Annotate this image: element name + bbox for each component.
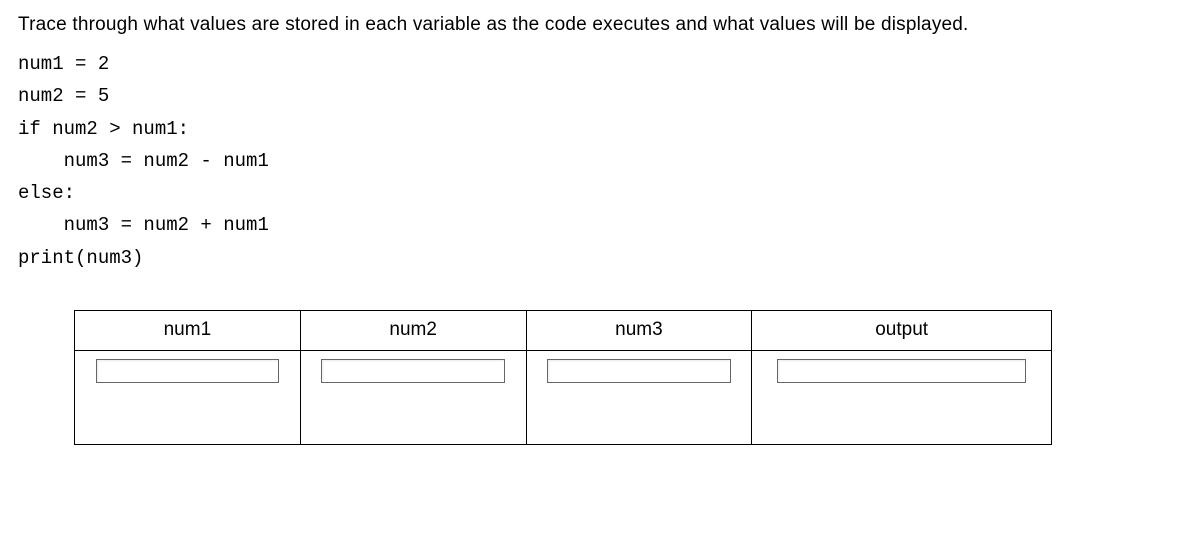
instruction-text: Trace through what values are stored in … xyxy=(18,14,1182,36)
header-num1: num1 xyxy=(75,311,301,351)
header-num2: num2 xyxy=(300,311,526,351)
cell-output xyxy=(752,351,1052,445)
code-line: if num2 > num1: xyxy=(18,118,189,140)
input-num2[interactable] xyxy=(321,359,505,383)
code-line: print(num3) xyxy=(18,247,143,269)
code-line: num3 = num2 - num1 xyxy=(18,150,269,172)
cell-num1 xyxy=(75,351,301,445)
trace-table: num1 num2 num3 output xyxy=(74,310,1052,445)
code-line: num1 = 2 xyxy=(18,53,109,75)
header-output: output xyxy=(752,311,1052,351)
cell-num2 xyxy=(300,351,526,445)
code-block: num1 = 2 num2 = 5 if num2 > num1: num3 =… xyxy=(18,48,1182,274)
code-line: num2 = 5 xyxy=(18,85,109,107)
table-header-row: num1 num2 num3 output xyxy=(75,311,1052,351)
table-input-row xyxy=(75,351,1052,445)
input-output[interactable] xyxy=(777,359,1026,383)
cell-num3 xyxy=(526,351,752,445)
header-num3: num3 xyxy=(526,311,752,351)
code-line: num3 = num2 + num1 xyxy=(18,214,269,236)
input-num3[interactable] xyxy=(547,359,731,383)
code-line: else: xyxy=(18,182,75,204)
input-num1[interactable] xyxy=(96,359,280,383)
